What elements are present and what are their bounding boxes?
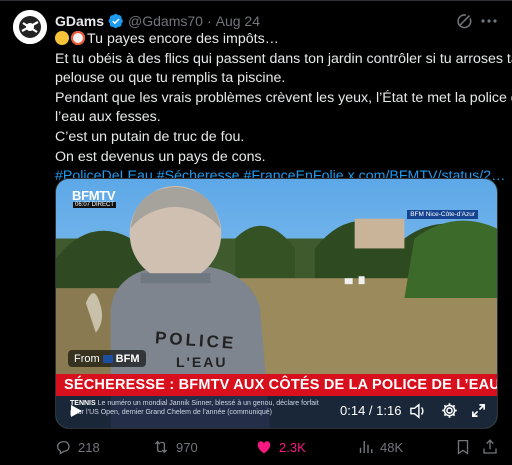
tweet-date[interactable]: Aug 24 — [216, 13, 260, 29]
author-handle[interactable]: @Gdams70 — [128, 13, 203, 29]
views-count: 48K — [380, 439, 404, 455]
police-vest-text-2: L'EAU — [176, 354, 228, 370]
video-headline-bar: SÉCHERESSE : BFMTV AUX CÔTÉS DE LA POLIC… — [56, 374, 497, 396]
tweet[interactable]: GDams @Gdams70 · Aug 24 Tu payes encore … — [0, 0, 512, 465]
heart-icon — [257, 441, 271, 454]
bfm-mini-logo-icon — [102, 354, 113, 363]
play-icon[interactable] — [69, 404, 83, 418]
verified-badge-icon — [108, 13, 123, 29]
reply-count: 218 — [78, 439, 100, 455]
video-player[interactable]: BFMTV 06:07 DIRECT BFM Nice-Côte-d'Azur … — [55, 178, 498, 429]
author-name[interactable]: GDams — [55, 13, 104, 29]
views-chart-icon — [359, 441, 373, 453]
more-options-icon[interactable] — [479, 11, 499, 31]
tweet-header: GDams @Gdams70 · Aug 24 — [55, 12, 502, 30]
tweet-line-5: l’eau aux fesses. — [55, 109, 161, 126]
reply-button[interactable]: 218 — [54, 438, 100, 456]
flushed-face-icon — [55, 31, 69, 45]
like-count: 2.3K — [279, 439, 306, 455]
avatar-image — [13, 10, 47, 44]
retweet-count: 970 — [176, 439, 198, 455]
views-button[interactable]: 48K — [356, 438, 403, 456]
bookmark-button[interactable] — [454, 438, 472, 456]
tweet-line-3: pelouse ou que tu remplis ta piscine. — [55, 70, 286, 87]
tweet-actions-bar: 218 970 2.3K 48K — [0, 438, 512, 458]
video-controls: 0:14 / 1:16 — [56, 394, 497, 428]
tweet-text: Tu payes encore des impôts… Et tu obéis … — [55, 30, 512, 187]
tweet-line-4: Pendant que les vrais problèmes crèvent … — [55, 89, 512, 106]
settings-gear-icon[interactable] — [441, 402, 458, 419]
reply-icon — [57, 441, 70, 455]
like-button[interactable]: 2.3K — [255, 438, 306, 456]
share-icon — [483, 439, 497, 454]
fullscreen-icon[interactable] — [471, 403, 486, 418]
grok-icon[interactable] — [456, 12, 474, 30]
share-button[interactable] — [481, 438, 499, 456]
from-source-badge[interactable]: From BFM — [68, 350, 146, 367]
bookmark-icon — [457, 439, 469, 455]
retweet-icon — [154, 440, 168, 454]
header-separator: · — [206, 13, 212, 29]
volume-icon[interactable] — [409, 403, 427, 419]
tweet-line-6: C’est un putain de truc de fou. — [55, 128, 245, 145]
tweet-line-7: On est devenus un pays de cons. — [55, 148, 266, 165]
live-timestamp: 06:07 DIRECT — [73, 202, 117, 208]
location-tag: BFM Nice-Côte-d'Azur — [407, 210, 478, 219]
tweet-line-2: Et tu obéis à des flics qui passent dans… — [55, 50, 512, 67]
video-time: 0:14 / 1:16 — [340, 403, 402, 418]
tweet-line-1: Tu payes encore des impôts… — [55, 30, 505, 50]
retweet-button[interactable]: 970 — [152, 438, 198, 456]
avatar[interactable] — [13, 10, 47, 44]
clown-face-icon — [71, 31, 85, 45]
